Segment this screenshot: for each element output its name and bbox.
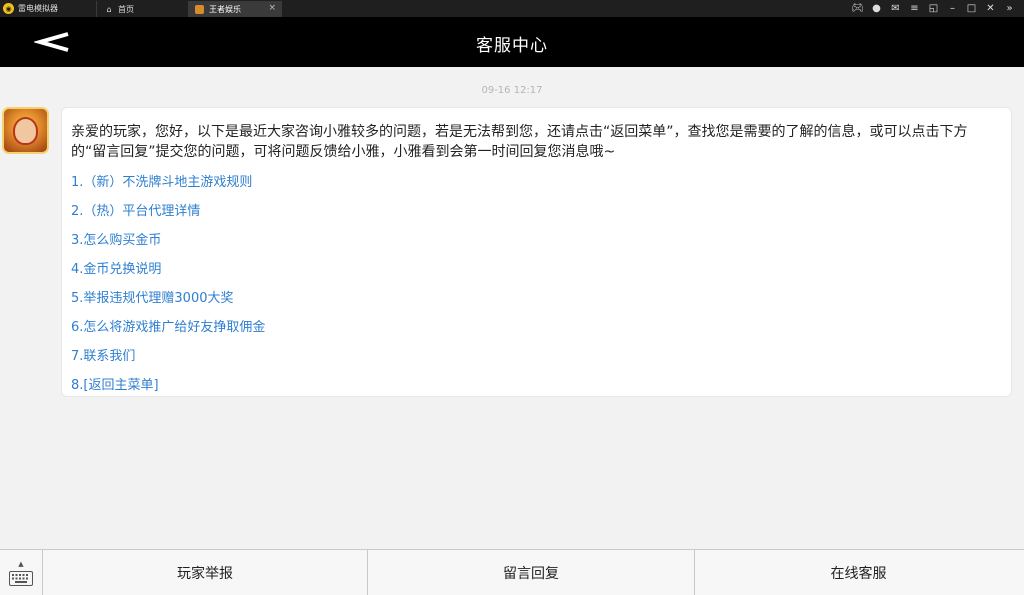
bottom-menu: ▲ 玩家举报 留言回复 在线客服 xyxy=(0,549,1024,595)
faq-list: 1.（新）不洗牌斗地主游戏规则 2.（热）平台代理详情 3.怎么购买金币 4.金… xyxy=(71,168,1002,400)
leave-message-button[interactable]: 留言回复 xyxy=(368,550,695,595)
faq-item[interactable]: 1.（新）不洗牌斗地主游戏规则 xyxy=(71,168,1002,197)
online-service-button[interactable]: 在线客服 xyxy=(695,550,1022,595)
page-title: 客服中心 xyxy=(476,36,548,56)
faq-item[interactable]: 2.（热）平台代理详情 xyxy=(71,197,1002,226)
keyboard-icon xyxy=(9,570,33,586)
game-icon xyxy=(195,4,204,14)
maximize-icon[interactable]: □ xyxy=(963,3,980,14)
emulator-titlebar: ◉ 雷电模拟器 ⌂ 首页 王者娱乐 × 🎮︎ ● ✉ ≡ ◱ – □ ✕ » xyxy=(0,0,1024,17)
close-icon[interactable]: ✕ xyxy=(982,3,999,14)
mail-icon[interactable]: ✉ xyxy=(887,3,904,14)
emulator-logo-icon: ◉ xyxy=(3,3,14,14)
emulator-brand: ◉ 雷电模拟器 xyxy=(3,2,95,15)
user-icon[interactable]: ● xyxy=(868,3,885,14)
minimize-icon[interactable]: – xyxy=(944,3,961,14)
tab-game[interactable]: 王者娱乐 × xyxy=(188,1,282,17)
window-controls: 🎮︎ ● ✉ ≡ ◱ – □ ✕ » xyxy=(847,1,1018,16)
home-icon: ⌂ xyxy=(106,4,112,14)
faq-item[interactable]: 4.金币兑换说明 xyxy=(71,255,1002,284)
faq-item[interactable]: 3.怎么购买金币 xyxy=(71,226,1002,255)
message-text: 亲爱的玩家，您好，以下是最近大家咨询小雅较多的问题，若是无法帮到您，还请点击“返… xyxy=(71,124,968,160)
message-timestamp: 09-16 12:17 xyxy=(481,85,543,96)
faq-item[interactable]: 7.联系我们 xyxy=(71,342,1002,371)
avatar-face-icon xyxy=(13,117,38,145)
tab-home-label: 首页 xyxy=(118,4,134,14)
agent-avatar xyxy=(2,107,49,154)
caret-up-icon: ▲ xyxy=(18,559,24,568)
faq-item[interactable]: 8.[返回主菜单] xyxy=(71,371,1002,400)
menu-icon[interactable]: ≡ xyxy=(906,3,923,14)
faq-item[interactable]: 5.举报违规代理赠3000大奖 xyxy=(71,284,1002,313)
tab-close-icon[interactable]: × xyxy=(268,3,276,13)
collapse-icon[interactable]: » xyxy=(1001,3,1018,14)
tab-home[interactable]: ⌂ 首页 xyxy=(96,1,188,17)
restore-icon[interactable]: ◱ xyxy=(925,3,942,14)
keyboard-toggle-button[interactable]: ▲ xyxy=(0,550,43,595)
app-header: 客服中心 xyxy=(0,17,1024,67)
emulator-app-name: 雷电模拟器 xyxy=(18,4,58,13)
message-bubble: 亲爱的玩家，您好，以下是最近大家咨询小雅较多的问题，若是无法帮到您，还请点击“返… xyxy=(61,107,1012,397)
report-player-button[interactable]: 玩家举报 xyxy=(43,550,368,595)
tab-game-label: 王者娱乐 xyxy=(209,4,241,14)
faq-item[interactable]: 6.怎么将游戏推广给好友挣取佣金 xyxy=(71,313,1002,342)
gamepad-icon[interactable]: 🎮︎ xyxy=(849,3,866,14)
